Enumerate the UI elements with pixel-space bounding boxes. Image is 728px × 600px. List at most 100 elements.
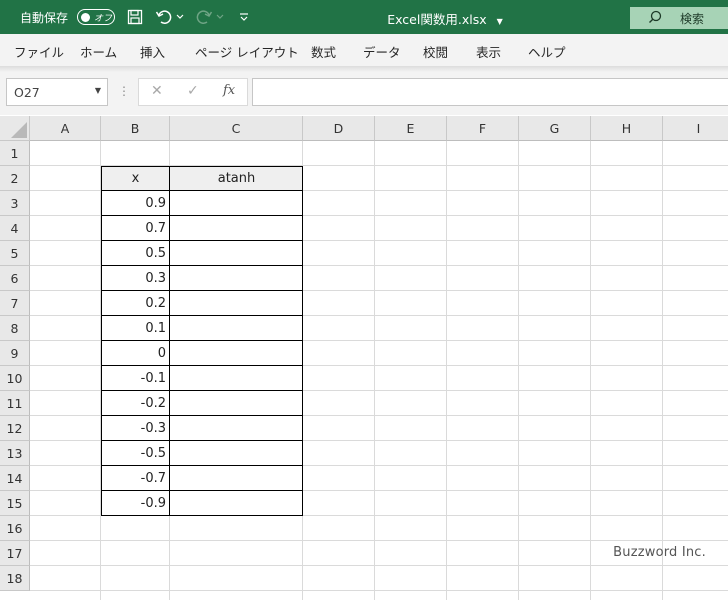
- x-value-cell[interactable]: 0.9: [101, 191, 166, 216]
- atanh-value-cell[interactable]: [170, 391, 303, 416]
- ribbon-tabs: ファイル ホーム 挿入 ページ レイアウト 数式 データ 校閲 表示 ヘルプ: [0, 34, 728, 66]
- column-header-b[interactable]: B: [101, 116, 170, 141]
- tab-data[interactable]: データ: [363, 42, 401, 61]
- atanh-value-cell[interactable]: [170, 441, 303, 466]
- row-header-9[interactable]: 9: [0, 341, 30, 366]
- toggle-knob: [81, 12, 90, 22]
- row-header-3[interactable]: 3: [0, 191, 30, 216]
- chevron-down-icon: ▼: [496, 17, 503, 26]
- atanh-value-cell[interactable]: [170, 316, 303, 341]
- row-header-11[interactable]: 11: [0, 391, 30, 416]
- watermark-text: Buzzword Inc.: [613, 545, 706, 560]
- cancel-icon[interactable]: ✕: [151, 83, 163, 99]
- file-name: Excel関数用.xlsx: [387, 12, 487, 27]
- autosave-state: オフ: [94, 14, 113, 24]
- column-header-h[interactable]: H: [591, 116, 663, 141]
- column-header-d[interactable]: D: [303, 116, 375, 141]
- column-header-f[interactable]: F: [447, 116, 519, 141]
- search-box[interactable]: 検索: [630, 7, 728, 29]
- tab-view[interactable]: 表示: [476, 42, 501, 61]
- column-header-c[interactable]: C: [170, 116, 303, 141]
- row-header-5[interactable]: 5: [0, 241, 30, 266]
- row-gridline: [30, 565, 728, 566]
- table-header-atanh[interactable]: atanh: [170, 166, 303, 191]
- redo-dropdown-icon[interactable]: [214, 7, 226, 27]
- x-value-cell[interactable]: 0.7: [101, 216, 166, 241]
- x-value-cell[interactable]: -0.2: [101, 391, 166, 416]
- x-value-cell[interactable]: -0.3: [101, 416, 166, 441]
- x-value-cell[interactable]: -0.7: [101, 466, 166, 491]
- more-options-icon[interactable]: ⋮: [118, 84, 130, 98]
- enter-icon[interactable]: ✓: [187, 83, 199, 99]
- row-header-15[interactable]: 15: [0, 491, 30, 516]
- formula-buttons: ✕ ✓ fx: [138, 78, 248, 106]
- row-header-16[interactable]: 16: [0, 516, 30, 541]
- name-box[interactable]: O27 ▼: [6, 78, 108, 106]
- atanh-value-cell[interactable]: [170, 241, 303, 266]
- row-header-2[interactable]: 2: [0, 166, 30, 191]
- x-value-cell[interactable]: 0.1: [101, 316, 166, 341]
- row-header-4[interactable]: 4: [0, 216, 30, 241]
- column-gridline: [374, 141, 375, 600]
- x-value-cell[interactable]: 0: [101, 341, 166, 366]
- undo-icon[interactable]: [154, 7, 174, 27]
- atanh-value-cell[interactable]: [170, 366, 303, 391]
- tab-file[interactable]: ファイル: [14, 42, 64, 61]
- row-header-1[interactable]: 1: [0, 141, 30, 166]
- row-header-13[interactable]: 13: [0, 441, 30, 466]
- row-header-7[interactable]: 7: [0, 291, 30, 316]
- select-all-corner[interactable]: [0, 116, 30, 141]
- autosave-toggle[interactable]: オフ: [77, 9, 115, 25]
- row-header-6[interactable]: 6: [0, 266, 30, 291]
- tab-formulas[interactable]: 数式: [311, 42, 336, 61]
- tab-home[interactable]: ホーム: [80, 42, 117, 61]
- tab-help[interactable]: ヘルプ: [528, 42, 566, 61]
- spreadsheet-grid[interactable]: A B C D E F G H I 1 2 3 4 5 6 7 8 9 10 11 12 13 14 15 16 17 18 x ata…: [0, 116, 728, 600]
- x-value-cell[interactable]: -0.1: [101, 366, 166, 391]
- chevron-down-icon[interactable]: ▼: [95, 86, 101, 95]
- atanh-value-cell[interactable]: [170, 341, 303, 366]
- x-value-cell[interactable]: 0.2: [101, 291, 166, 316]
- row-gridline: [30, 590, 728, 591]
- atanh-value-cell[interactable]: [170, 291, 303, 316]
- column-header-g[interactable]: G: [519, 116, 591, 141]
- row-header-12[interactable]: 12: [0, 416, 30, 441]
- row-header-17[interactable]: 17: [0, 541, 30, 566]
- column-header-e[interactable]: E: [375, 116, 447, 141]
- row-header-8[interactable]: 8: [0, 316, 30, 341]
- row-header-10[interactable]: 10: [0, 366, 30, 391]
- redo-icon[interactable]: [194, 7, 214, 27]
- tab-insert[interactable]: 挿入: [140, 42, 165, 61]
- atanh-value-cell[interactable]: [170, 216, 303, 241]
- x-value-cell[interactable]: 0.5: [101, 241, 166, 266]
- atanh-value-cell[interactable]: [170, 491, 303, 516]
- column-header-a[interactable]: A: [30, 116, 101, 141]
- title-bar: 自動保存 オフ Excel関数用.xlsx ▼ 検索: [0, 0, 728, 34]
- column-gridline: [662, 141, 663, 600]
- insert-function-icon[interactable]: fx: [223, 83, 235, 98]
- column-gridline: [590, 141, 591, 600]
- table-header-x[interactable]: x: [101, 166, 170, 191]
- document-title[interactable]: Excel関数用.xlsx ▼: [300, 9, 590, 28]
- row-gridline: [30, 540, 728, 541]
- formula-bar: O27 ▼ ⋮ ✕ ✓ fx: [0, 72, 728, 115]
- tab-review[interactable]: 校閲: [423, 42, 448, 61]
- search-icon: [649, 10, 662, 23]
- x-value-cell[interactable]: 0.3: [101, 266, 166, 291]
- formula-input[interactable]: [252, 78, 728, 106]
- undo-dropdown-icon[interactable]: [174, 7, 186, 27]
- atanh-value-cell[interactable]: [170, 266, 303, 291]
- column-gridline: [446, 141, 447, 600]
- name-box-value: O27: [14, 85, 40, 100]
- customize-toolbar-icon[interactable]: [234, 7, 254, 27]
- tab-page-layout[interactable]: ページ レイアウト: [195, 42, 299, 61]
- x-value-cell[interactable]: -0.9: [101, 491, 166, 516]
- row-header-18[interactable]: 18: [0, 566, 30, 591]
- x-value-cell[interactable]: -0.5: [101, 441, 166, 466]
- row-header-14[interactable]: 14: [0, 466, 30, 491]
- atanh-value-cell[interactable]: [170, 191, 303, 216]
- column-header-i[interactable]: I: [663, 116, 728, 141]
- save-icon[interactable]: [125, 7, 145, 27]
- atanh-value-cell[interactable]: [170, 466, 303, 491]
- atanh-value-cell[interactable]: [170, 416, 303, 441]
